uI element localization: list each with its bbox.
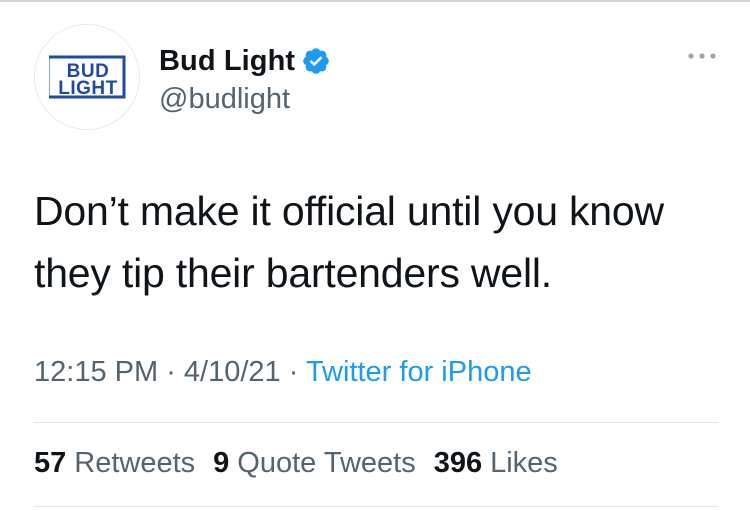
divider: [34, 506, 718, 507]
verified-badge-icon: [303, 48, 329, 74]
retweets-stat[interactable]: 57 Retweets: [34, 447, 195, 480]
tweet-time[interactable]: 12:15 PM: [34, 356, 158, 388]
quote-tweets-label: Quote Tweets: [237, 447, 416, 479]
display-name-row: Bud Light: [159, 42, 331, 80]
tweet-stats: 57 Retweets 9 Quote Tweets 396 Likes: [34, 447, 576, 480]
tweet-source-link[interactable]: Twitter for iPhone: [306, 356, 532, 388]
user-handle[interactable]: @budlight: [159, 83, 331, 116]
tweet-date[interactable]: 4/10/21: [184, 356, 281, 388]
tweet-header: BUD LIGHT Bud Light @budlight: [34, 24, 724, 134]
tweet-card[interactable]: BUD LIGHT Bud Light @budlight Don’t make…: [0, 0, 750, 510]
bud-light-logo-icon: BUD LIGHT: [35, 25, 139, 129]
name-block: Bud Light @budlight: [159, 42, 331, 116]
retweets-label: Retweets: [74, 447, 196, 479]
likes-count: 396: [433, 447, 483, 479]
meta-separator: ·: [280, 356, 306, 388]
likes-label: Likes: [490, 447, 558, 479]
likes-stat[interactable]: 396 Likes: [434, 447, 558, 480]
tweet-meta: 12:15 PM · 4/10/21 · Twitter for iPhone: [34, 356, 532, 389]
retweets-count: 57: [34, 447, 67, 479]
quote-tweets-count: 9: [213, 447, 230, 479]
divider: [34, 422, 718, 423]
display-name[interactable]: Bud Light: [159, 45, 295, 78]
tweet-text: Don’t make it official until you know th…: [34, 188, 664, 296]
logo-line-2: LIGHT: [58, 78, 118, 99]
quote-tweets-stat[interactable]: 9 Quote Tweets: [213, 447, 416, 480]
avatar[interactable]: BUD LIGHT: [34, 24, 140, 130]
meta-separator: ·: [158, 356, 184, 388]
more-options-icon[interactable]: [686, 50, 718, 62]
